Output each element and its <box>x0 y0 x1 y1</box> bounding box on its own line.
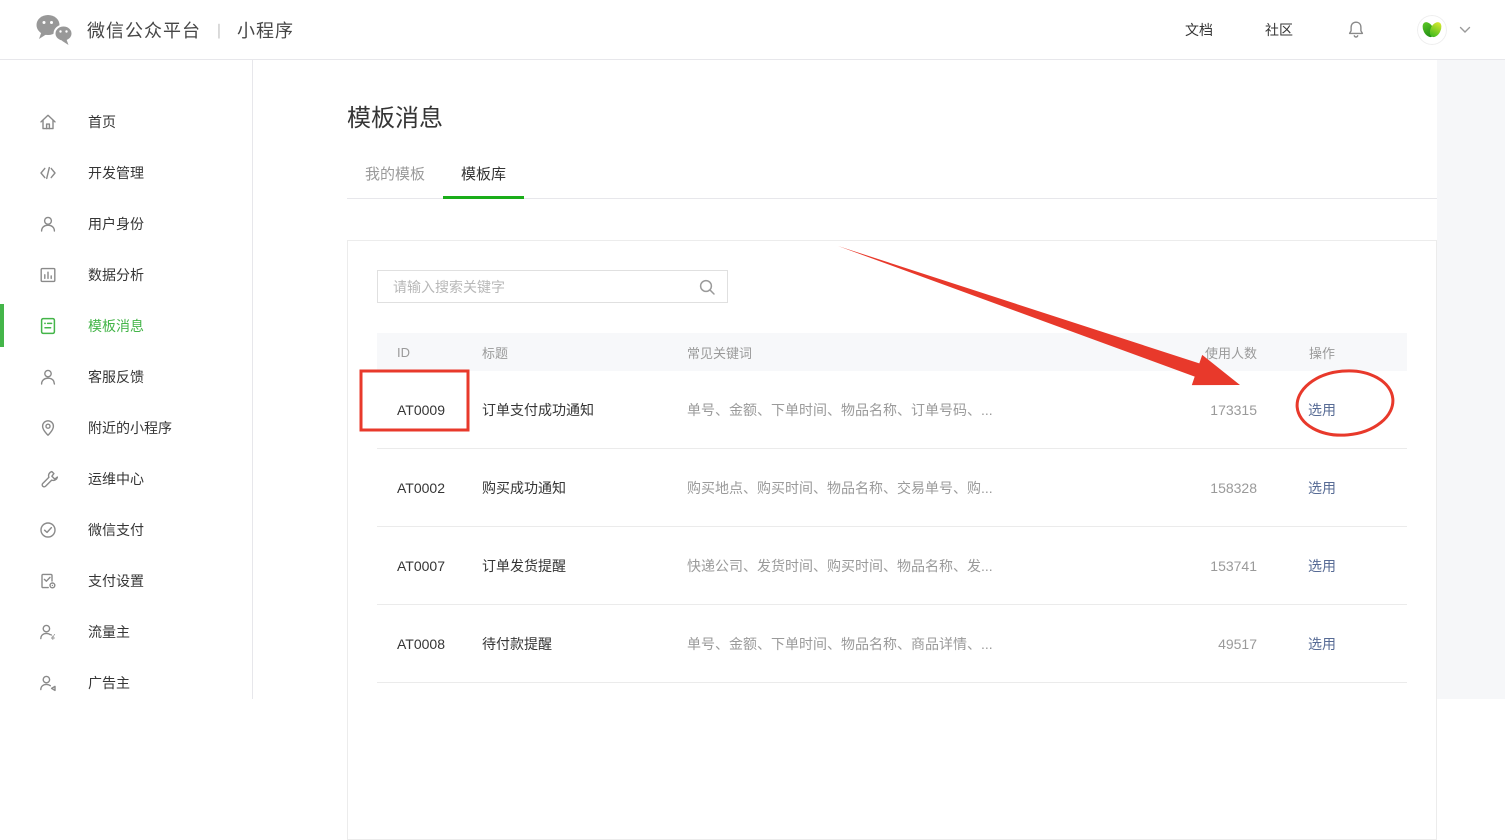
sidebar-item-label: 附近的小程序 <box>88 418 172 438</box>
sidebar-item-home[interactable]: 首页 <box>0 96 252 147</box>
template-id: AT0008 <box>397 636 482 652</box>
template-id: AT0007 <box>397 558 482 574</box>
sidebar-item-analytics[interactable]: 数据分析 <box>0 249 252 300</box>
tab-my-templates[interactable]: 我的模板 <box>347 163 443 198</box>
sidebar-item-label: 微信支付 <box>88 520 144 540</box>
sidebar-item-feedback[interactable]: 客服反馈 <box>0 351 252 402</box>
select-template-button[interactable]: 选用 <box>1308 636 1336 652</box>
brand-separator: 丨 <box>211 18 227 42</box>
tab-template-library[interactable]: 模板库 <box>443 163 524 198</box>
main-content: 模板消息 我的模板 模板库 ID 标题 常见关键词 使用人数 操作 AT0009 <box>253 60 1437 699</box>
feedback-icon <box>38 367 58 387</box>
account-avatar <box>1417 15 1447 45</box>
sidebar-item-wechat-pay[interactable]: 微信支付 <box>0 504 252 555</box>
tab-bar: 我的模板 模板库 <box>347 157 1437 199</box>
sidebar-item-label: 首页 <box>88 112 116 132</box>
brand-subtitle: 小程序 <box>237 17 294 43</box>
page-background-gutter <box>1437 60 1505 699</box>
table-header-row: ID 标题 常见关键词 使用人数 操作 <box>377 333 1407 371</box>
pay-check-icon <box>38 520 58 540</box>
col-header-action: 操作 <box>1257 343 1387 362</box>
template-title: 待付款提醒 <box>482 634 687 654</box>
sidebar-item-label: 数据分析 <box>88 265 144 285</box>
advertiser-icon <box>38 673 58 693</box>
docs-link[interactable]: 文档 <box>1185 20 1213 40</box>
template-id: AT0009 <box>397 402 482 418</box>
table-row: AT0002 购买成功通知 购买地点、购买时间、物品名称、交易单号、购... 1… <box>377 449 1407 527</box>
page-title: 模板消息 <box>347 105 1437 133</box>
top-header: 微信公众平台 丨 小程序 文档 社区 <box>0 0 1505 60</box>
location-icon <box>38 418 58 438</box>
sidebar-item-template-message[interactable]: 模板消息 <box>0 300 252 351</box>
notification-bell-icon[interactable] <box>1345 19 1367 41</box>
sidebar-item-label: 客服反馈 <box>88 367 144 387</box>
sidebar-item-label: 用户身份 <box>88 214 144 234</box>
table-row: AT0008 待付款提醒 单号、金额、下单时间、物品名称、商品详情、... 49… <box>377 605 1407 683</box>
template-title: 订单发货提醒 <box>482 556 687 576</box>
community-link[interactable]: 社区 <box>1265 20 1293 40</box>
table-row: AT0007 订单发货提醒 快递公司、发货时间、购买时间、物品名称、发... 1… <box>377 527 1407 605</box>
template-title: 购买成功通知 <box>482 478 687 498</box>
sidebar-item-nearby[interactable]: 附近的小程序 <box>0 402 252 453</box>
col-header-keywords: 常见关键词 <box>687 343 1097 362</box>
sidebar-item-label: 支付设置 <box>88 571 144 591</box>
template-users: 173315 <box>1097 402 1257 418</box>
select-template-button[interactable]: 选用 <box>1308 402 1336 418</box>
sidebar-item-traffic-owner[interactable]: ¥ 流量主 <box>0 606 252 657</box>
sidebar-item-label: 模板消息 <box>88 316 144 336</box>
sidebar-item-pay-settings[interactable]: 支付设置 <box>0 555 252 606</box>
template-users: 49517 <box>1097 636 1257 652</box>
template-table: ID 标题 常见关键词 使用人数 操作 AT0009 订单支付成功通知 单号、金… <box>377 333 1407 683</box>
brand-title: 微信公众平台 <box>87 17 201 43</box>
template-id: AT0002 <box>397 480 482 496</box>
template-keywords: 购买地点、购买时间、物品名称、交易单号、购... <box>687 478 1097 498</box>
chevron-down-icon <box>1459 26 1471 34</box>
brand-home-link[interactable]: 微信公众平台 丨 小程序 <box>33 12 294 48</box>
search-input[interactable] <box>378 271 727 302</box>
search-icon[interactable] <box>697 277 717 297</box>
traffic-icon: ¥ <box>38 622 58 642</box>
template-keywords: 快递公司、发货时间、购买时间、物品名称、发... <box>687 556 1097 576</box>
sidebar-item-label: 开发管理 <box>88 163 144 183</box>
sidebar-item-dev[interactable]: 开发管理 <box>0 147 252 198</box>
pay-settings-icon <box>38 571 58 591</box>
sidebar-item-user-identity[interactable]: 用户身份 <box>0 198 252 249</box>
table-row: AT0009 订单支付成功通知 单号、金额、下单时间、物品名称、订单号码、...… <box>377 371 1407 449</box>
wrench-icon <box>38 469 58 489</box>
sidebar-nav: 首页 开发管理 用户身份 数据分析 <box>0 60 253 699</box>
account-menu[interactable] <box>1417 15 1471 45</box>
col-header-users: 使用人数 <box>1097 343 1257 362</box>
template-keywords: 单号、金额、下单时间、物品名称、商品详情、... <box>687 634 1097 654</box>
home-icon <box>38 112 58 132</box>
wechat-logo-icon <box>33 12 75 48</box>
user-icon <box>38 214 58 234</box>
svg-text:¥: ¥ <box>50 633 56 642</box>
sidebar-item-ops-center[interactable]: 运维中心 <box>0 453 252 504</box>
template-library-panel: ID 标题 常见关键词 使用人数 操作 AT0009 订单支付成功通知 单号、金… <box>347 240 1437 840</box>
sidebar-item-label: 流量主 <box>88 622 130 642</box>
select-template-button[interactable]: 选用 <box>1308 480 1336 496</box>
sidebar-item-advertiser[interactable]: 广告主 <box>0 657 252 708</box>
code-icon <box>38 163 58 183</box>
col-header-id: ID <box>397 345 482 360</box>
select-template-button[interactable]: 选用 <box>1308 558 1336 574</box>
template-title: 订单支付成功通知 <box>482 400 687 420</box>
col-header-title: 标题 <box>482 343 687 362</box>
template-icon <box>38 316 58 336</box>
search-box <box>377 270 728 303</box>
chart-icon <box>38 265 58 285</box>
template-users: 158328 <box>1097 480 1257 496</box>
template-keywords: 单号、金额、下单时间、物品名称、订单号码、... <box>687 400 1097 420</box>
sidebar-item-label: 运维中心 <box>88 469 144 489</box>
sidebar-item-label: 广告主 <box>88 673 130 693</box>
template-users: 153741 <box>1097 558 1257 574</box>
